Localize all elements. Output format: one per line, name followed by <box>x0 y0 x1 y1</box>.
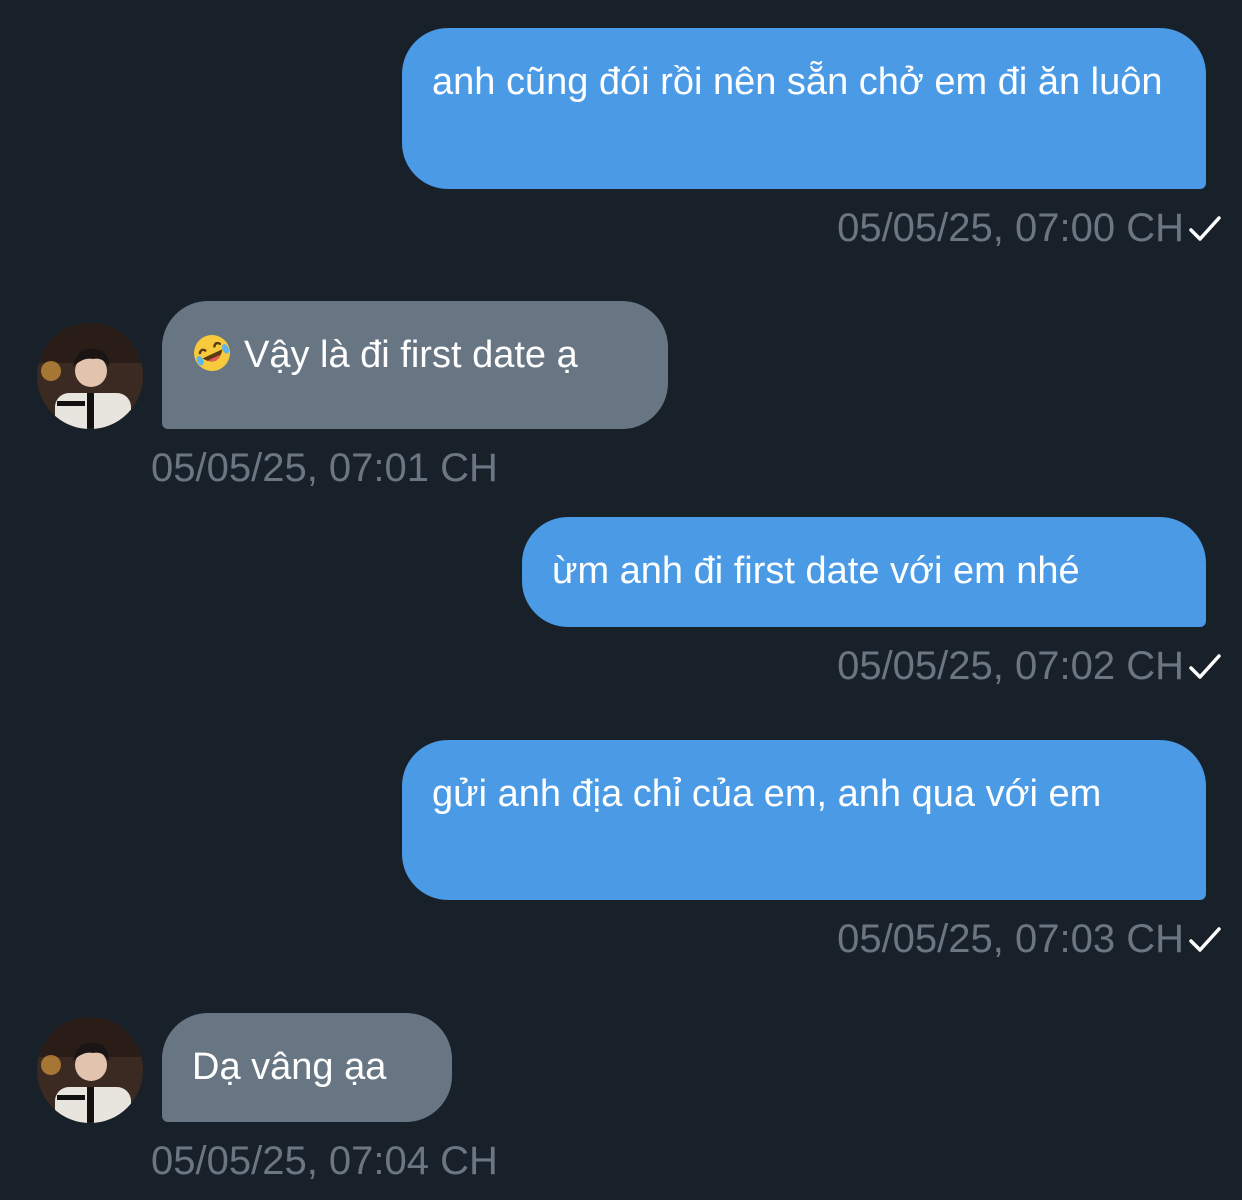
checkmark-icon <box>1189 927 1221 952</box>
checkmark-icon <box>1189 654 1221 679</box>
message-timestamp: 05/05/25, 07:02 CH <box>837 644 1184 688</box>
message-timestamp: 05/05/25, 07:01 CH <box>151 446 498 490</box>
message-bubble-outgoing[interactable]: anh cũng đói rồi nên sẵn chở em đi ăn lu… <box>402 28 1206 189</box>
checkmark-icon <box>1189 216 1221 241</box>
message-text: ừm anh đi first date với em nhé <box>552 550 1080 592</box>
message-bubble-outgoing[interactable]: ừm anh đi first date với em nhé <box>522 517 1206 627</box>
message-text: Vậy là đi first date ạ <box>244 334 578 376</box>
message-text: anh cũng đói rồi nên sẵn chở em đi ăn lu… <box>432 61 1163 103</box>
message-timestamp: 05/05/25, 07:00 CH <box>837 206 1184 250</box>
message-text: gửi anh địa chỉ của em, anh qua với em <box>432 773 1102 815</box>
message-bubble-incoming[interactable]: Dạ vâng ạa <box>162 1013 452 1122</box>
message-bubble-incoming[interactable]: Vậy là đi first date ạ <box>162 301 668 429</box>
rolling-on-floor-laughing-emoji <box>194 335 230 371</box>
message-bubble-outgoing[interactable]: gửi anh địa chỉ của em, anh qua với em <box>402 740 1206 900</box>
message-timestamp: 05/05/25, 07:04 CH <box>151 1139 498 1183</box>
avatar[interactable] <box>37 323 143 429</box>
avatar[interactable] <box>37 1017 143 1123</box>
message-timestamp: 05/05/25, 07:03 CH <box>837 917 1184 961</box>
message-text: Dạ vâng ạa <box>192 1046 387 1088</box>
